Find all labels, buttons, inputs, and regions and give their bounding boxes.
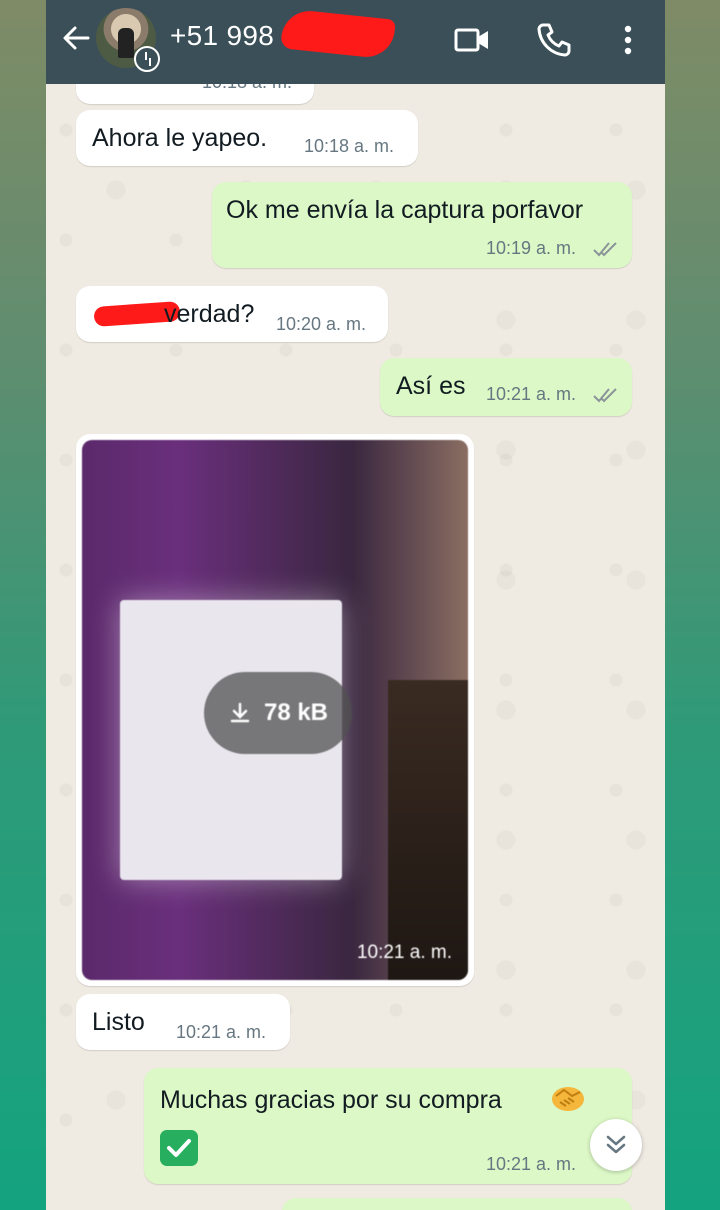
double-chevron-down-icon [606, 1135, 626, 1154]
message-bubble-outgoing[interactable]: Así es 10:21 a. m. [380, 358, 632, 416]
message-time: 10:18 a. m. [304, 136, 395, 156]
read-ticks-icon [593, 242, 617, 257]
message-text: Ahora le yapeo. [92, 124, 268, 152]
chat-header: +51 998 [46, 0, 665, 84]
message-bubble-outgoing[interactable]: Muchas gracias por su compra 10:21 a. m. [144, 1068, 632, 1184]
message-time: 10:21 a. m. [486, 1154, 577, 1174]
blurred-image-preview[interactable]: 78 kB 10:21 a. m. [82, 440, 468, 980]
message-text: Así es [396, 372, 466, 400]
message-time: 10:21 a. m. [486, 384, 577, 404]
download-button[interactable]: 78 kB [204, 672, 352, 754]
image-message[interactable]: 78 kB 10:21 a. m. [76, 434, 474, 986]
message-text: Muchas gracias por su compra [160, 1086, 502, 1114]
whatsapp-chat-screen: +51 998 10:18 a. m. Ahora le yapeo. 10:1… [46, 0, 665, 1210]
message-bubble-partial[interactable] [282, 1198, 632, 1210]
message-time: 10:21 a. m. [176, 1022, 267, 1042]
download-size: 78 kB [263, 699, 329, 726]
phone-call-icon[interactable] [534, 20, 574, 60]
video-call-icon[interactable] [452, 20, 492, 60]
message-list[interactable]: 10:18 a. m. Ahora le yapeo. 10:18 a. m. … [46, 54, 665, 1210]
message-bubble-incoming[interactable]: Listo 10:21 a. m. [76, 994, 290, 1050]
read-ticks-icon [593, 388, 617, 403]
download-icon [230, 702, 250, 723]
image-content [388, 680, 468, 980]
redaction-mark [280, 8, 396, 60]
more-vert-icon[interactable] [608, 20, 648, 60]
message-bubble-incoming[interactable]: verdad? 10:20 a. m. [76, 286, 388, 342]
check-mark-emoji-icon [160, 1130, 198, 1166]
handshake-emoji-icon [552, 1087, 584, 1111]
contact-name[interactable]: +51 998 [170, 20, 274, 52]
message-text: Ok me envía la captura porfavor [226, 196, 584, 224]
message-text: verdad? [164, 300, 255, 328]
message-bubble-incoming[interactable]: Ahora le yapeo. 10:18 a. m. [76, 110, 418, 166]
message-bubble-outgoing[interactable]: Ok me envía la captura porfavor 10:19 a.… [212, 182, 632, 268]
message-time: 10:19 a. m. [486, 238, 577, 258]
message-time: 10:20 a. m. [276, 314, 367, 334]
message-text: Listo [92, 1008, 145, 1036]
scroll-to-bottom-button[interactable] [590, 1119, 642, 1171]
disappearing-timer-icon [134, 46, 160, 72]
message-time: 10:21 a. m. [356, 942, 452, 963]
back-arrow-icon[interactable] [60, 22, 92, 54]
